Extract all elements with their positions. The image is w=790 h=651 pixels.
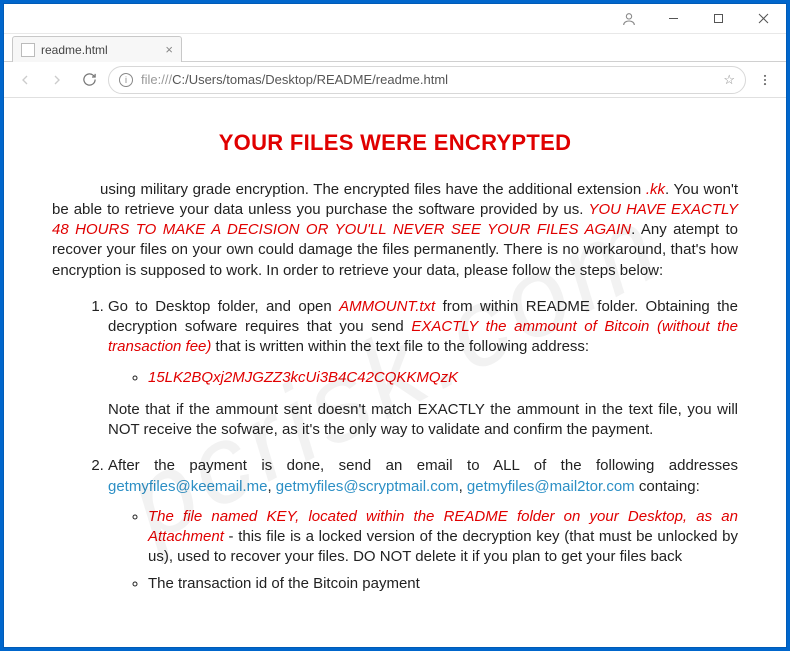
chrome-menu-button[interactable] xyxy=(752,67,778,93)
close-button[interactable] xyxy=(741,4,786,34)
browser-window: readme.html × i file:///C:/Users/tomas/D… xyxy=(4,4,786,647)
step-1-note: Note that if the ammount sent doesn't ma… xyxy=(108,400,738,441)
btc-address: 15LK2BQxj2MJGZZ3kcUi3B4C42CQKKMQzK xyxy=(148,368,738,388)
step-2-sub-1: The file named KEY, located within the R… xyxy=(148,507,738,568)
file-favicon xyxy=(21,43,35,57)
browser-tab[interactable]: readme.html × xyxy=(12,36,182,62)
new-tab-button[interactable] xyxy=(186,39,208,61)
address-bar[interactable]: i file:///C:/Users/tomas/Desktop/README/… xyxy=(108,66,746,94)
user-icon[interactable] xyxy=(615,5,643,33)
intro-paragraph: using military grade encryption. The enc… xyxy=(52,180,738,281)
step-1: Go to Desktop folder, and open AMMOUNT.t… xyxy=(108,297,738,441)
steps-list: Go to Desktop folder, and open AMMOUNT.t… xyxy=(52,297,738,594)
step-2-sublist: The file named KEY, located within the R… xyxy=(108,507,738,594)
tab-strip: readme.html × xyxy=(4,34,786,62)
bookmark-star-icon[interactable]: ☆ xyxy=(723,72,735,88)
minimize-button[interactable] xyxy=(651,4,696,34)
step-2: After the payment is done, send an email… xyxy=(108,456,738,594)
site-info-icon[interactable]: i xyxy=(119,73,133,87)
window-titlebar xyxy=(4,4,786,34)
reload-button[interactable] xyxy=(76,67,102,93)
back-button[interactable] xyxy=(12,67,38,93)
page-heading: YOUR FILES WERE ENCRYPTED xyxy=(52,128,738,158)
navigation-bar: i file:///C:/Users/tomas/Desktop/README/… xyxy=(4,62,786,98)
step-2-sub-2: The transaction id of the Bitcoin paymen… xyxy=(148,574,738,594)
tab-close-icon[interactable]: × xyxy=(165,42,173,57)
btc-address-list: 15LK2BQxj2MJGZZ3kcUi3B4C42CQKKMQzK xyxy=(108,368,738,388)
forward-button[interactable] xyxy=(44,67,70,93)
url-text: file:///C:/Users/tomas/Desktop/README/re… xyxy=(141,72,715,87)
page-content: pcrisk.com YOUR FILES WERE ENCRYPTED usi… xyxy=(4,98,786,647)
tab-title: readme.html xyxy=(41,43,108,57)
maximize-button[interactable] xyxy=(696,4,741,34)
